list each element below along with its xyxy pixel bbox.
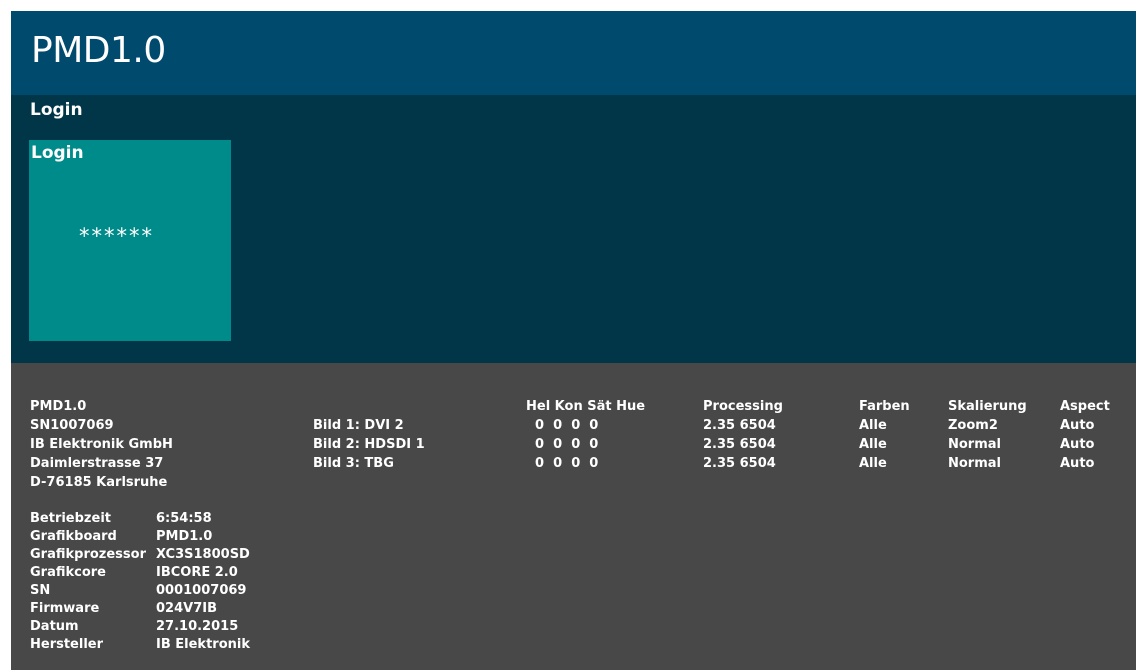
- device-name: PMD1.0: [30, 399, 87, 414]
- header-skalierung: Skalierung: [948, 399, 1027, 414]
- image-aspect: Auto: [1060, 437, 1095, 452]
- spec-label: Firmware: [30, 601, 100, 616]
- header-processing: Processing: [703, 399, 783, 414]
- image-name: Bild 1: DVI 2: [313, 418, 404, 433]
- image-aspect: Auto: [1060, 418, 1095, 433]
- spec-value: 27.10.2015: [156, 619, 239, 634]
- title-bar: PMD1.0: [11, 11, 1136, 95]
- header-adjustments: Hel Kon Sät Hue: [526, 399, 646, 414]
- device-company: IB Elektronik GmbH: [30, 437, 173, 452]
- image-aspect: Auto: [1060, 456, 1095, 471]
- spec-value: IBCORE 2.0: [156, 565, 238, 580]
- device-serial: SN1007069: [30, 418, 114, 433]
- spec-value: 0001007069: [156, 583, 247, 598]
- image-skalierung: Normal: [948, 437, 1001, 452]
- app-title: PMD1.0: [31, 30, 166, 71]
- header-aspect: Aspect: [1060, 399, 1110, 414]
- device-city: D-76185 Karlsruhe: [30, 475, 168, 490]
- spec-label: Grafikprozessor: [30, 547, 146, 562]
- image-farben: Alle: [859, 418, 887, 433]
- spec-label: SN: [30, 583, 51, 598]
- image-adjustments: 0 0 0 0: [535, 437, 599, 452]
- spec-value: IB Elektronik: [156, 637, 250, 652]
- app-window: PMD1.0 Login Login ****** PMD1.0 SN10070…: [11, 11, 1136, 670]
- image-skalierung: Normal: [948, 456, 1001, 471]
- image-skalierung: Zoom2: [948, 418, 998, 433]
- spec-label: Hersteller: [30, 637, 104, 652]
- login-tile-label: Login: [31, 143, 84, 163]
- spec-label: Betriebzeit: [30, 511, 111, 526]
- password-value: ******: [79, 224, 154, 248]
- info-panel: PMD1.0 SN1007069 IB Elektronik GmbH Daim…: [11, 363, 1136, 670]
- login-tile[interactable]: Login ******: [29, 140, 231, 341]
- image-adjustments: 0 0 0 0: [535, 456, 599, 471]
- image-name: Bild 2: HDSDI 1: [313, 437, 425, 452]
- main-area: Login Login ******: [11, 95, 1136, 363]
- image-farben: Alle: [859, 437, 887, 452]
- spec-value: XC3S1800SD: [156, 547, 250, 562]
- image-farben: Alle: [859, 456, 887, 471]
- image-processing: 2.35 6504: [703, 418, 776, 433]
- spec-label: Grafikcore: [30, 565, 107, 580]
- spec-value: 6:54:58: [156, 511, 212, 526]
- spec-value: 024V7IB: [156, 601, 217, 616]
- image-processing: 2.35 6504: [703, 456, 776, 471]
- device-street: Daimlerstrasse 37: [30, 456, 164, 471]
- header-farben: Farben: [859, 399, 910, 414]
- image-adjustments: 0 0 0 0: [535, 418, 599, 433]
- spec-value: PMD1.0: [156, 529, 213, 544]
- image-processing: 2.35 6504: [703, 437, 776, 452]
- spec-label: Datum: [30, 619, 79, 634]
- spec-label: Grafikboard: [30, 529, 117, 544]
- image-name: Bild 3: TBG: [313, 456, 394, 471]
- section-title: Login: [30, 100, 83, 120]
